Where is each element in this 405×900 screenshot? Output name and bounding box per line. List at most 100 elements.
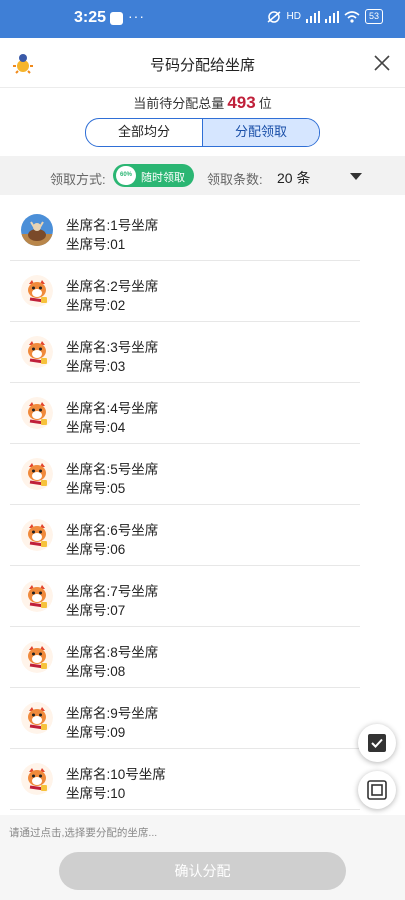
seat-row[interactable]: 坐席名:7号坐席 坐席号:07 — [0, 566, 405, 627]
tab-split-evenly[interactable]: 全部均分 — [86, 119, 202, 146]
seat-number: 坐席号:04 — [66, 416, 125, 436]
photo-avatar-icon — [21, 214, 53, 246]
seat-number-value: 03 — [110, 359, 126, 374]
seat-name: 坐席名:2号坐席 — [66, 275, 158, 295]
status-time: 3:25 — [74, 9, 107, 26]
claim-mode-label: 领取方式: — [50, 172, 106, 187]
seat-name-value: 2号坐席 — [110, 279, 159, 294]
seat-number: 坐席号:09 — [66, 721, 125, 741]
signal-2-icon — [324, 10, 339, 23]
distribution-mode-toggle: 全部均分 分配领取 — [85, 118, 320, 147]
summary-prefix: 当前待分配总量 — [133, 96, 225, 111]
claim-mode-toggle[interactable]: 60% 随时领取 — [113, 164, 194, 187]
seat-name: 坐席名:7号坐席 — [66, 580, 158, 600]
seat-row[interactable]: 坐席名:5号坐席 坐席号:05 — [0, 444, 405, 505]
seat-number-label: 坐席号: — [66, 481, 111, 496]
chevron-down-icon[interactable] — [350, 173, 362, 180]
seat-row[interactable]: 坐席名:3号坐席 坐席号:03 — [0, 322, 405, 383]
seat-number: 坐席号:03 — [66, 355, 125, 375]
tiger-avatar-icon — [21, 397, 53, 429]
seat-list: 坐席名:1号坐席 坐席号:01 坐席名:2号坐席 坐席号:02 坐席名:3号坐席 坐席号:… — [0, 200, 405, 810]
seat-row[interactable]: 坐席名:8号坐席 坐席号:08 — [0, 627, 405, 688]
select-all-button[interactable] — [358, 724, 396, 762]
claim-count-label: 领取条数: — [207, 172, 263, 187]
seat-name-label: 坐席名: — [66, 523, 111, 538]
seat-number-label: 坐席号: — [66, 298, 111, 313]
battery-icon: 53 — [364, 9, 383, 24]
signal-hd-label: HD — [286, 11, 301, 22]
seat-row[interactable]: 坐席名:10号坐席坐席号:10 — [0, 749, 405, 810]
seat-row[interactable]: 坐席名:1号坐席 坐席号:01 — [0, 200, 405, 261]
seat-name-label: 坐席名: — [66, 218, 111, 233]
seat-name-value: 5号坐席 — [110, 462, 159, 477]
seat-number-label: 坐席号: — [66, 359, 111, 374]
claim-count-value[interactable]: 20 条 — [277, 168, 310, 188]
seat-name: 坐席名:1号坐席 — [66, 214, 158, 234]
pending-count: 493 — [227, 93, 256, 112]
toggle-label: 随时领取 — [141, 172, 185, 184]
signal-icon — [305, 10, 320, 23]
seat-name: 坐席名:9号坐席 — [66, 702, 158, 722]
pending-summary: 当前待分配总量 493 位 — [0, 93, 405, 113]
seat-number-value: 06 — [110, 542, 126, 557]
tiger-avatar-icon — [21, 336, 53, 368]
tiger-avatar-icon — [21, 458, 53, 490]
seat-number-label: 坐席号: — [66, 237, 111, 252]
confirm-allocation-button[interactable]: 确认分配 — [59, 852, 346, 890]
toggle-knob: 60% — [116, 166, 136, 185]
seat-number-label: 坐席号: — [66, 786, 111, 801]
seat-name-value: 3号坐席 — [110, 340, 159, 355]
header: 号码分配给坐席 — [0, 38, 405, 88]
tiger-avatar-icon — [21, 763, 53, 795]
deselect-all-button[interactable] — [358, 771, 396, 809]
seat-row[interactable]: 坐席名:9号坐席 坐席号:09 — [0, 688, 405, 749]
seat-number-label: 坐席号: — [66, 664, 111, 679]
seat-name-label: 坐席名: — [66, 645, 111, 660]
seat-row[interactable]: 坐席名:4号坐席 坐席号:04 — [0, 383, 405, 444]
tiger-avatar-icon — [21, 580, 53, 612]
close-icon[interactable] — [373, 54, 391, 72]
claim-options-bar: 领取方式: 60% 随时领取 领取条数: 20 条 — [0, 156, 405, 195]
seat-name: 坐席名:4号坐席 — [66, 397, 158, 417]
seat-name-label: 坐席名: — [66, 462, 111, 477]
seat-number-value: 07 — [110, 603, 126, 618]
check-icon — [368, 734, 386, 752]
seat-number-label: 坐席号: — [66, 603, 111, 618]
seat-name-label: 坐席名: — [66, 279, 111, 294]
page-title: 号码分配给坐席 — [149, 57, 255, 74]
seat-number-label: 坐席号: — [66, 725, 111, 740]
seat-number-label: 坐席号: — [66, 420, 111, 435]
seat-name-value: 7号坐席 — [110, 584, 159, 599]
seat-name: 坐席名:3号坐席 — [66, 336, 158, 356]
tiger-avatar-icon — [21, 275, 53, 307]
selection-hint: 请通过点击,选择要分配的坐席... — [9, 827, 158, 839]
status-icons: HD 53 — [266, 9, 383, 24]
seat-row[interactable]: 坐席名:2号坐席 坐席号:02 — [0, 261, 405, 322]
seat-name-value: 6号坐席 — [110, 523, 159, 538]
seat-number-label: 坐席号: — [66, 542, 111, 557]
tab-claim-allocation[interactable]: 分配领取 — [202, 119, 319, 146]
seat-name-value: 1号坐席 — [110, 218, 159, 233]
seat-number-value: 10 — [110, 786, 126, 801]
seat-name-value: 8号坐席 — [110, 645, 159, 660]
seat-number: 坐席号:06 — [66, 538, 125, 558]
seat-number: 坐席号:07 — [66, 599, 125, 619]
square-icon — [367, 780, 387, 800]
seat-number: 坐席号:08 — [66, 660, 125, 680]
seat-name: 坐席名:8号坐席 — [66, 641, 158, 661]
seat-number-value: 08 — [110, 664, 126, 679]
seat-number-value: 09 — [110, 725, 126, 740]
seat-name-label: 坐席名: — [66, 584, 111, 599]
seat-number-value: 04 — [110, 420, 126, 435]
seat-name-value: 4号坐席 — [110, 401, 159, 416]
seat-row[interactable]: 坐席名:6号坐席 坐席号:06 — [0, 505, 405, 566]
seat-name: 坐席名:10号坐席 — [66, 763, 166, 783]
seat-name: 坐席名:6号坐席 — [66, 519, 158, 539]
alarm-icon — [267, 10, 281, 23]
summary-suffix: 位 — [258, 96, 272, 111]
notification-icon — [110, 12, 123, 25]
footer: 请通过点击,选择要分配的坐席... 确认分配 — [0, 815, 405, 900]
seat-name-value: 9号坐席 — [110, 706, 159, 721]
seat-name-label: 坐席名: — [66, 401, 111, 416]
seat-name-label: 坐席名: — [66, 706, 111, 721]
